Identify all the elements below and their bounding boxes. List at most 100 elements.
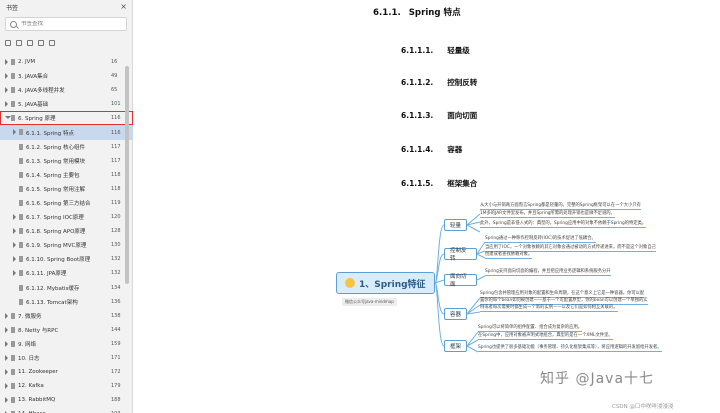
expand-arrow-icon[interactable] — [5, 101, 8, 108]
bookmark-page-number: 117 — [111, 157, 121, 164]
bookmark-icon — [19, 228, 23, 235]
expand-arrow-icon[interactable] — [13, 129, 16, 136]
bookmark-icon — [19, 284, 23, 291]
bookmark-page-number: 159 — [111, 340, 121, 347]
bookmark-icon — [11, 326, 15, 333]
expand-arrow-icon[interactable] — [5, 326, 8, 333]
expand-arrow-icon[interactable] — [5, 73, 8, 80]
bookmark-icon — [11, 397, 15, 404]
expand-arrow-icon[interactable] — [5, 340, 8, 347]
bookmark-item[interactable]: 13. RabbitMQ 188 — [0, 393, 133, 407]
expand-arrow-icon[interactable] — [5, 87, 8, 94]
bookmark-label: 4. JAVA多线程并发 — [18, 88, 65, 95]
mindmap-leaf: 当应用了IOC，一个对象依赖的其它对象会通过被动的方式传递进来，而不是这个对象自… — [485, 245, 656, 252]
expand-arrow-icon[interactable] — [5, 59, 8, 65]
subsection-number: 6.1.1.3. — [401, 111, 434, 120]
sidebar-scrollbar[interactable] — [125, 66, 129, 284]
bookmark-item[interactable]: 6.1.6. Spring 第三方结合 119 — [0, 196, 133, 210]
smiley-icon — [345, 278, 355, 288]
bookmark-item[interactable]: 6.1.11. JPA原理 132 — [0, 266, 133, 280]
bookmark-search-input[interactable] — [21, 21, 121, 27]
bookmark-item[interactable]: 6.1.7. Spring IOC原理 120 — [0, 210, 133, 224]
bookmark-icon — [19, 185, 23, 192]
close-icon[interactable]: × — [120, 3, 127, 11]
bookmark-label: 5. JAVA基础 — [18, 102, 49, 109]
bookmark-item[interactable]: 9. 网络 159 — [0, 337, 133, 351]
subsection-number: 6.1.1.4. — [401, 145, 434, 154]
bookmark-label: 3. JAVA集合 — [18, 74, 49, 81]
mindmap-leaf: 此外，Spring是非侵入式的：典型的，Spring应用中的对象不依赖于Spri… — [480, 221, 647, 228]
mindmap-leaf: Spring支持面向切面的编程，并且把应用业务逻辑和系统服务分开 — [485, 269, 611, 276]
bookmark-item[interactable]: 12. Kafka 179 — [0, 379, 133, 393]
bookmark-page-number: 138 — [111, 312, 121, 319]
bookmark-options-icon[interactable] — [49, 40, 55, 46]
sidebar-header: 书签 × — [0, 0, 132, 14]
bookmark-item[interactable]: 6.1.2. Spring 核心组件 117 — [0, 140, 133, 154]
bookmark-label: 7. 微服务 — [18, 313, 42, 320]
bookmark-icon — [11, 73, 15, 80]
mindmap-leaf: Spring通过一种称作控制反转(IOC)的技术促进了低耦合。 — [485, 236, 596, 243]
bookmark-label: 6.1.13. Tomcat架构 — [26, 299, 78, 306]
bookmark-item[interactable]: 6.1.9. Spring MVC原理 130 — [0, 238, 133, 252]
bookmark-page-number: 136 — [111, 298, 121, 305]
delete-bookmark-icon[interactable] — [38, 40, 44, 46]
expand-all-icon[interactable] — [5, 40, 11, 46]
bookmark-item[interactable]: 6.1.5. Spring 常用注解 118 — [0, 182, 133, 196]
mindmap-node-aop: 面向切面 — [444, 274, 477, 288]
bookmark-item[interactable]: 2. JVM 16 — [0, 55, 133, 69]
bookmark-label: 6.1.10. Spring Boot原理 — [26, 257, 91, 264]
bookmark-icon — [19, 298, 23, 305]
expand-arrow-icon[interactable] — [5, 369, 8, 376]
bookmark-label: 2. JVM — [18, 59, 36, 66]
mindmap-leaf: 置你的每个bean如何被创建——基于一个可配置原型，你的bean可以创建一个单独… — [480, 298, 648, 305]
expand-arrow-icon[interactable] — [5, 383, 8, 390]
bookmark-item[interactable]: 6.1.4. Spring 主要包 118 — [0, 168, 133, 182]
bookmark-label: 11. Zookeeper — [18, 369, 58, 376]
bookmark-page-number: 118 — [111, 185, 121, 192]
bookmark-item[interactable]: 14. Hbase193 — [0, 407, 133, 413]
mindmap-leaf: 例或者每次需要时都生成一个新的实例——以及它们是如何相互关联的。 — [480, 305, 618, 312]
mindmap-root-label: 1、Spring特征 — [359, 279, 426, 290]
bookmark-page-number: 119 — [111, 199, 121, 206]
bookmark-item[interactable]: 5. JAVA基础 101 — [0, 97, 133, 111]
expand-arrow-icon[interactable] — [13, 270, 16, 277]
mindmap-leaf: 创建或者查找依赖对象。 — [485, 252, 533, 259]
bookmark-item[interactable]: 6. Spring 原理 116 — [0, 111, 133, 126]
bookmark-item[interactable]: 4. JAVA多线程并发 65 — [0, 83, 133, 97]
bookmark-page-number: 128 — [111, 228, 121, 235]
bookmark-item[interactable]: 6.1.8. Spring APO原理 128 — [0, 224, 133, 238]
expand-arrow-icon[interactable] — [13, 214, 16, 221]
bookmark-item[interactable]: 3. JAVA集合 49 — [0, 69, 133, 83]
bookmark-page-number: 116 — [111, 115, 121, 122]
mindmap-leaf: 1M多的JAR文件里发布，并且Spring所需的处理开销也是微不足道的。 — [480, 211, 615, 218]
bookmark-item[interactable]: 6.1.10. Spring Boot原理 132 — [0, 252, 133, 266]
bookmark-label: 6.1.7. Spring IOC原理 — [26, 215, 84, 222]
bookmark-item[interactable]: 6.1.12. Mybatis缓存 134 — [0, 281, 133, 295]
collapse-all-icon[interactable] — [16, 40, 22, 46]
add-bookmark-icon[interactable] — [27, 40, 33, 46]
expand-arrow-icon[interactable] — [5, 354, 8, 361]
expand-arrow-icon[interactable] — [13, 256, 16, 263]
bookmark-item[interactable]: 11. Zookeeper 172 — [0, 365, 133, 379]
bookmark-icon — [11, 369, 15, 376]
bookmark-page-number: 132 — [111, 256, 121, 263]
bookmark-search-box[interactable] — [5, 17, 127, 31]
bookmark-icon — [19, 242, 23, 249]
subsection-number: 6.1.1.1. — [401, 46, 434, 55]
expand-arrow-icon[interactable] — [13, 242, 16, 249]
subsection-title: 面向切面 — [447, 111, 478, 120]
bookmark-item[interactable]: 6.1.1. Spring 特点 116 — [0, 125, 133, 140]
bookmark-item[interactable]: 6.1.13. Tomcat架构 136 — [0, 295, 133, 309]
expand-arrow-icon[interactable] — [13, 228, 16, 235]
bookmark-item[interactable]: 6.1.3. Spring 常用模块 117 — [0, 154, 133, 168]
mindmap-leaf: Spring可以将简单的组件配置、组合成为复杂的应用。 — [478, 325, 583, 332]
bookmark-item[interactable]: 8. Netty 与RPC 144 — [0, 323, 133, 337]
bookmark-item[interactable]: 7. 微服务 138 — [0, 309, 133, 323]
expand-arrow-icon[interactable] — [5, 312, 8, 319]
mindmap-leaf: 从大小与开销两方面而言Spring都是轻量的。完整的Spring框架可以在一个大… — [480, 203, 641, 210]
bookmark-page-number: 118 — [111, 171, 121, 178]
bookmark-item[interactable]: 10. 日志 171 — [0, 351, 133, 365]
bookmark-page-number: 116 — [111, 129, 121, 136]
expand-arrow-icon[interactable] — [5, 397, 8, 404]
bookmark-label: 9. 网络 — [18, 341, 36, 348]
